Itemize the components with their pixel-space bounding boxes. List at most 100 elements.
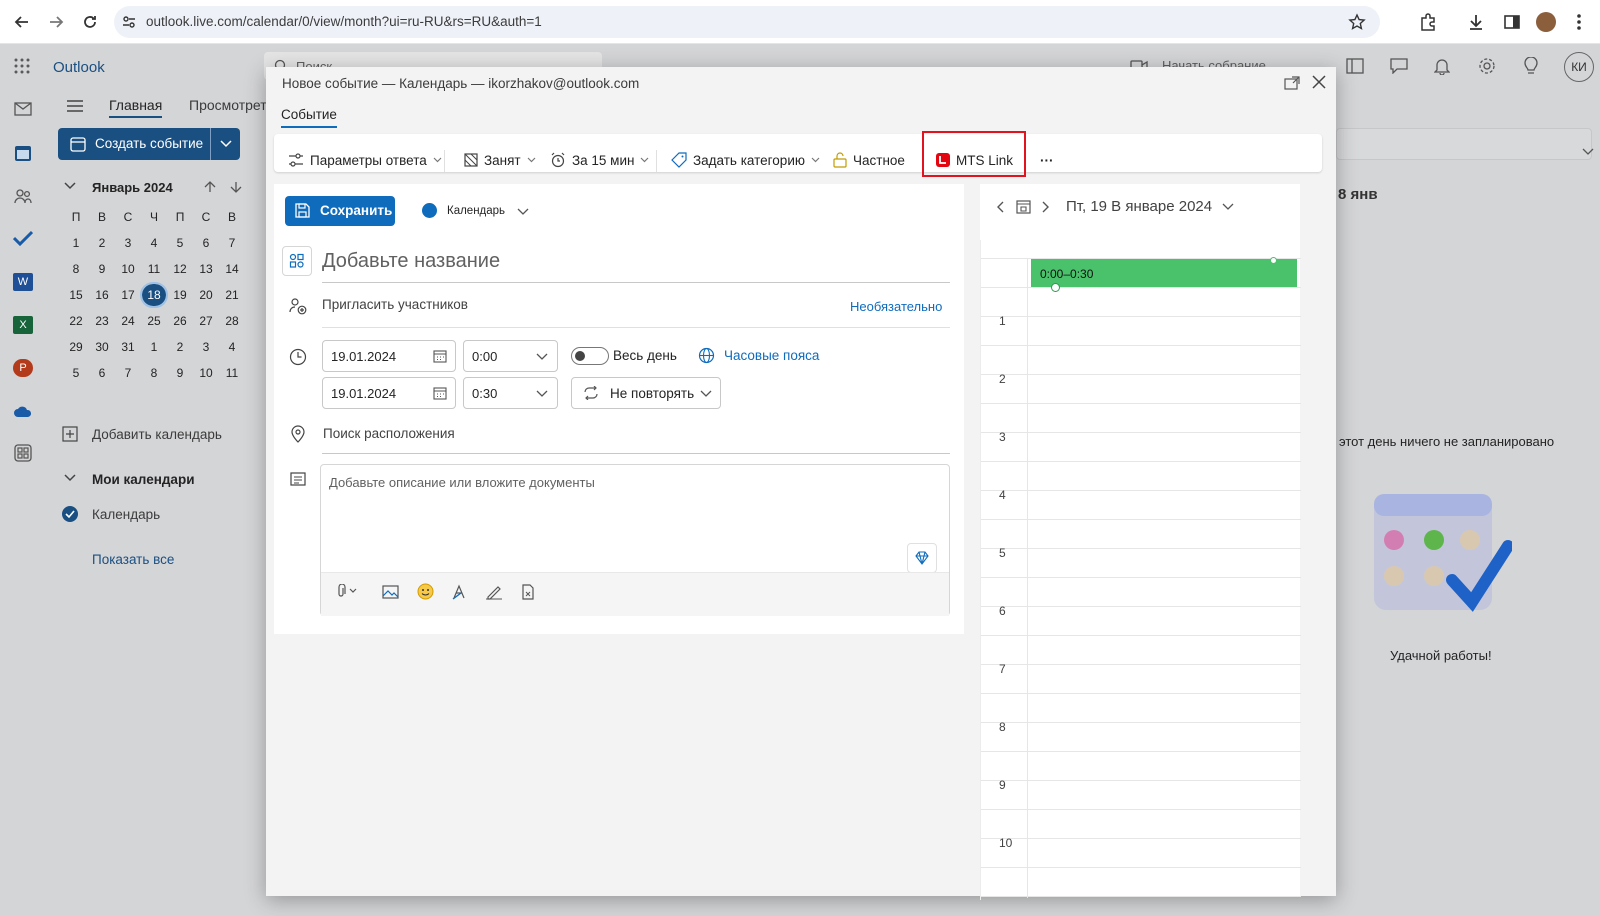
date-picker-icon[interactable] (433, 386, 447, 400)
mini-calendar-day[interactable]: 22 (64, 314, 88, 328)
mini-calendar-day[interactable]: 21 (220, 288, 244, 302)
day-view-date[interactable]: Пт, 19 В январе 2024 (1066, 198, 1212, 215)
prev-day-icon[interactable] (996, 201, 1004, 213)
mini-calendar-day[interactable]: 6 (194, 236, 218, 250)
timezones-link[interactable]: Часовые пояса (724, 348, 819, 363)
sidepanel-icon[interactable] (1502, 12, 1522, 32)
resize-handle-top[interactable] (1270, 257, 1277, 264)
mini-calendar-today[interactable]: 18 (140, 282, 168, 308)
date-picker-icon[interactable] (433, 349, 447, 363)
calendar-item[interactable]: Календарь (92, 507, 160, 522)
settings-gear-icon[interactable] (1478, 57, 1496, 75)
start-date-field[interactable]: 19.01.2024 (322, 340, 456, 372)
mini-calendar-day[interactable]: 15 (64, 288, 88, 302)
mini-calendar-day[interactable]: 7 (116, 366, 140, 380)
mini-calendar-day[interactable]: 25 (142, 314, 166, 328)
more-options-button[interactable]: ··· (1040, 146, 1054, 174)
repeat-dropdown[interactable]: Не повторять (571, 377, 721, 409)
calendar-checked-icon[interactable] (62, 506, 78, 522)
mts-link-button[interactable]: MTS Link (936, 146, 1013, 174)
mini-calendar-day[interactable]: 9 (90, 262, 114, 276)
mini-calendar-day[interactable]: 10 (116, 262, 140, 276)
calendar-select-chevron-icon[interactable] (517, 208, 529, 216)
arrow-down-icon[interactable] (230, 181, 242, 193)
add-calendar-link[interactable]: Добавить календарь (92, 427, 222, 442)
insert-image-icon[interactable] (382, 585, 399, 599)
popout-icon[interactable] (1284, 76, 1300, 90)
format-text-icon[interactable] (451, 584, 467, 600)
feedback-icon[interactable] (1390, 58, 1408, 74)
powerpoint-icon[interactable]: P (13, 359, 33, 377)
todo-icon[interactable] (13, 230, 33, 246)
bookmark-star-icon[interactable] (1348, 13, 1366, 31)
start-time-field[interactable]: 0:00 (463, 340, 558, 372)
mini-calendar-day[interactable]: 29 (64, 340, 88, 354)
mini-calendar-day[interactable]: 1 (142, 340, 166, 354)
word-icon[interactable]: W (13, 273, 33, 291)
category-button[interactable]: Задать категорию (671, 146, 820, 174)
description-box[interactable]: Добавьте описание или вложите документы (320, 464, 950, 616)
create-event-button[interactable]: Создать событие (58, 128, 240, 160)
mini-calendar-day[interactable]: 13 (194, 262, 218, 276)
busy-status-button[interactable]: Занят (464, 146, 536, 174)
mini-calendar-day[interactable]: 10 (194, 366, 218, 380)
user-avatar[interactable]: КИ (1564, 52, 1594, 82)
site-settings-icon[interactable] (122, 15, 136, 29)
mini-calendar-day[interactable]: 7 (220, 236, 244, 250)
mini-calendar-day[interactable]: 9 (168, 366, 192, 380)
onedrive-icon[interactable] (13, 404, 33, 418)
mini-calendar-day[interactable]: 30 (90, 340, 114, 354)
calendar-select[interactable]: Календарь (447, 205, 505, 217)
excel-icon[interactable]: X (13, 316, 33, 334)
tips-lightbulb-icon[interactable] (1524, 57, 1538, 75)
designer-diamond-icon[interactable] (907, 543, 937, 573)
back-icon[interactable] (12, 12, 32, 32)
mini-calendar-day[interactable]: 8 (64, 262, 88, 276)
mini-calendar-day[interactable]: 24 (116, 314, 140, 328)
show-all-link[interactable]: Показать все (92, 552, 174, 567)
mini-calendar-day[interactable]: 23 (90, 314, 114, 328)
globe-icon[interactable] (698, 347, 715, 364)
location-input[interactable]: Поиск расположения (323, 426, 455, 441)
end-date-field[interactable]: 19.01.2024 (322, 377, 456, 409)
end-time-field[interactable]: 0:30 (463, 377, 558, 409)
mini-calendar-day[interactable]: 11 (220, 366, 244, 380)
tab-home[interactable]: Главная (109, 97, 163, 118)
mini-calendar-day[interactable]: 16 (90, 288, 114, 302)
reload-icon[interactable] (80, 12, 100, 32)
bell-icon[interactable] (1434, 57, 1450, 75)
download-icon[interactable] (1466, 12, 1486, 32)
chevron-down-icon[interactable] (220, 140, 232, 148)
optional-link[interactable]: Необязательно (850, 299, 942, 314)
save-button[interactable]: Сохранить (285, 196, 395, 226)
next-day-icon[interactable] (1042, 201, 1050, 213)
mini-calendar-day[interactable]: 5 (168, 236, 192, 250)
attach-paperclip-icon[interactable] (337, 584, 359, 598)
address-bar[interactable]: outlook.live.com/calendar/0/view/month?u… (114, 6, 1380, 38)
mail-icon[interactable] (14, 102, 32, 116)
resize-handle-bottom[interactable] (1051, 283, 1060, 292)
profile-avatar[interactable] (1536, 12, 1556, 32)
mini-calendar-day[interactable]: 11 (142, 262, 166, 276)
loop-component-icon[interactable] (520, 584, 536, 600)
arrow-up-icon[interactable] (204, 181, 216, 193)
more-apps-icon[interactable] (14, 444, 32, 462)
app-launcher-icon[interactable] (14, 58, 30, 74)
title-input[interactable]: Добавьте название (322, 250, 500, 273)
mini-calendar-day[interactable]: 31 (116, 340, 140, 354)
mini-calendar-day[interactable]: 3 (116, 236, 140, 250)
my-day-icon[interactable] (1346, 58, 1364, 74)
mini-calendar-day[interactable]: 1 (64, 236, 88, 250)
mini-calendar-day[interactable]: 2 (168, 340, 192, 354)
people-icon[interactable] (14, 188, 32, 204)
forward-icon[interactable] (46, 12, 66, 32)
event-block[interactable]: 0:00–0:30 (1031, 257, 1297, 292)
mini-calendar-day[interactable]: 2 (90, 236, 114, 250)
signature-pen-icon[interactable] (485, 584, 503, 600)
collapse-chevron-icon[interactable] (64, 182, 76, 190)
mini-calendar-day[interactable]: 3 (194, 340, 218, 354)
private-button[interactable]: Частное (833, 146, 905, 174)
mini-calendar-day[interactable]: 6 (90, 366, 114, 380)
invite-input[interactable]: Пригласить участников (322, 297, 468, 312)
reminder-button[interactable]: За 15 мин (550, 146, 649, 174)
